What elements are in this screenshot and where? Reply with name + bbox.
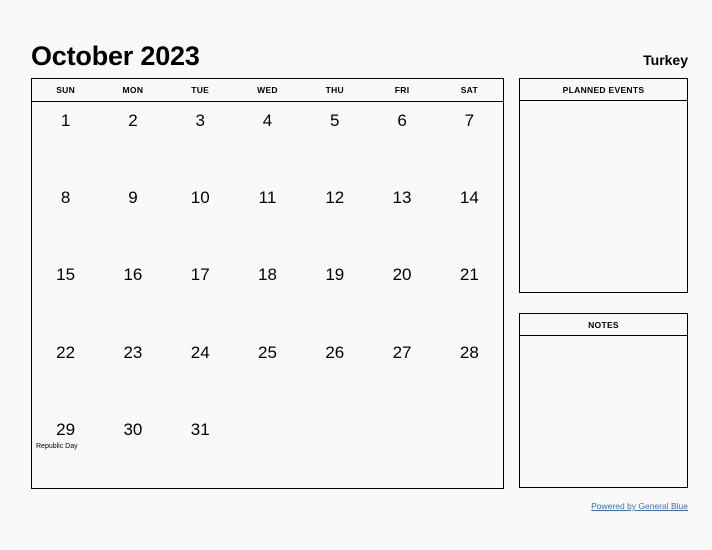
day-number: 25 bbox=[258, 342, 277, 362]
day-cell[interactable]: 19 bbox=[301, 256, 368, 333]
country-label: Turkey bbox=[643, 52, 688, 68]
day-number: 29 bbox=[56, 419, 76, 439]
day-cell[interactable]: 23 bbox=[99, 334, 166, 411]
day-cell[interactable]: 9 bbox=[99, 179, 166, 256]
day-cell-empty bbox=[234, 411, 301, 488]
day-cell[interactable]: 1 bbox=[32, 102, 99, 179]
weekday-header-wed: WED bbox=[257, 85, 278, 95]
day-number: 1 bbox=[60, 111, 71, 130]
day-number: 21 bbox=[459, 265, 479, 285]
weekday-header-mon: MON bbox=[122, 85, 144, 95]
day-cell[interactable]: 20 bbox=[368, 256, 435, 333]
month-calendar: SUN MON TUE WED THU FRI SAT 1 2 3 4 5 6 … bbox=[31, 78, 504, 489]
day-cell[interactable]: 26 bbox=[301, 334, 368, 411]
day-cell-empty bbox=[301, 411, 368, 488]
footer: Powered by General Blue bbox=[519, 496, 688, 514]
day-number: 8 bbox=[60, 188, 71, 208]
day-cell[interactable]: 14 bbox=[436, 179, 503, 256]
calendar-week-row: 22 23 24 25 26 27 28 bbox=[32, 334, 503, 411]
page-header: October 2023 Turkey bbox=[31, 30, 688, 70]
day-cell[interactable]: 31 bbox=[167, 411, 234, 488]
day-cell[interactable]: 5 bbox=[301, 102, 368, 179]
weekday-header-sun: SUN bbox=[56, 85, 76, 95]
day-cell-empty bbox=[436, 411, 503, 488]
day-cell[interactable]: 2 bbox=[99, 102, 166, 179]
day-cell[interactable]: 15 bbox=[32, 256, 99, 333]
calendar-weeks: 1 2 3 4 5 6 7 8 9 10 11 12 13 14 15 16 1… bbox=[32, 102, 503, 488]
calendar-page: October 2023 Turkey SUN MON TUE WED THU … bbox=[0, 0, 712, 550]
day-cell[interactable]: 13 bbox=[368, 179, 435, 256]
weekday-header-fri: FRI bbox=[394, 85, 410, 95]
weekday-header-row: SUN MON TUE WED THU FRI SAT bbox=[32, 79, 503, 102]
day-cell[interactable]: 27 bbox=[368, 334, 435, 411]
day-cell[interactable]: 6 bbox=[368, 102, 435, 179]
day-cell[interactable]: 25 bbox=[234, 334, 301, 411]
planned-events-title: PLANNED EVENTS bbox=[520, 79, 687, 101]
day-number: 9 bbox=[128, 188, 138, 208]
day-number: 11 bbox=[258, 188, 277, 208]
day-number: 10 bbox=[190, 188, 210, 208]
day-number: 20 bbox=[392, 265, 412, 285]
day-number: 4 bbox=[262, 111, 273, 130]
weekday-header-sat: SAT bbox=[460, 85, 478, 95]
day-number: 18 bbox=[258, 265, 277, 285]
day-cell[interactable]: 10 bbox=[167, 179, 234, 256]
notes-title: NOTES bbox=[520, 314, 687, 336]
powered-by-link[interactable]: Powered by General Blue bbox=[591, 501, 688, 511]
day-cell[interactable]: 12 bbox=[301, 179, 368, 256]
day-number: 7 bbox=[464, 111, 475, 130]
day-cell[interactable]: 28 bbox=[436, 334, 503, 411]
day-cell[interactable]: 29 Republic Day bbox=[32, 411, 99, 488]
day-cell[interactable]: 11 bbox=[234, 179, 301, 256]
calendar-week-row: 15 16 17 18 19 20 21 bbox=[32, 256, 503, 333]
calendar-week-row: 1 2 3 4 5 6 7 bbox=[32, 102, 503, 179]
day-number: 24 bbox=[190, 342, 210, 362]
day-cell[interactable]: 30 bbox=[99, 411, 166, 488]
day-number: 31 bbox=[190, 419, 210, 439]
planned-events-body[interactable] bbox=[520, 101, 687, 292]
day-number: 16 bbox=[123, 265, 143, 285]
day-number: 27 bbox=[392, 342, 412, 362]
day-number: 17 bbox=[190, 265, 210, 285]
day-number: 12 bbox=[325, 188, 345, 208]
day-number: 5 bbox=[330, 111, 340, 130]
day-number: 13 bbox=[392, 188, 412, 208]
day-cell[interactable]: 24 bbox=[167, 334, 234, 411]
calendar-week-row: 29 Republic Day 30 31 bbox=[32, 411, 503, 488]
day-number: 2 bbox=[128, 111, 138, 130]
day-cell[interactable]: 22 bbox=[32, 334, 99, 411]
notes-body[interactable] bbox=[520, 336, 687, 487]
calendar-week-row: 8 9 10 11 12 13 14 bbox=[32, 179, 503, 256]
day-cell[interactable]: 8 bbox=[32, 179, 99, 256]
day-number: 28 bbox=[459, 342, 479, 362]
planned-events-panel: PLANNED EVENTS bbox=[519, 78, 688, 293]
day-holiday-label: Republic Day bbox=[36, 443, 78, 451]
day-cell[interactable]: 4 bbox=[234, 102, 301, 179]
day-number: 3 bbox=[195, 111, 205, 130]
day-cell[interactable]: 18 bbox=[234, 256, 301, 333]
page-title: October 2023 bbox=[31, 41, 200, 71]
day-number: 23 bbox=[123, 342, 143, 362]
day-number: 26 bbox=[325, 342, 345, 362]
day-cell[interactable]: 16 bbox=[99, 256, 166, 333]
day-cell[interactable]: 7 bbox=[436, 102, 503, 179]
day-number: 22 bbox=[56, 342, 76, 362]
weekday-header-thu: THU bbox=[325, 85, 344, 95]
day-number: 14 bbox=[459, 188, 479, 208]
day-cell-empty bbox=[368, 411, 435, 488]
day-cell[interactable]: 17 bbox=[167, 256, 234, 333]
notes-panel: NOTES bbox=[519, 313, 688, 488]
day-number: 30 bbox=[123, 419, 143, 439]
day-number: 15 bbox=[56, 265, 76, 285]
day-number: 19 bbox=[325, 265, 345, 285]
day-cell[interactable]: 21 bbox=[436, 256, 503, 333]
day-cell[interactable]: 3 bbox=[167, 102, 234, 179]
weekday-header-tue: TUE bbox=[191, 85, 210, 95]
day-number: 6 bbox=[397, 111, 407, 130]
